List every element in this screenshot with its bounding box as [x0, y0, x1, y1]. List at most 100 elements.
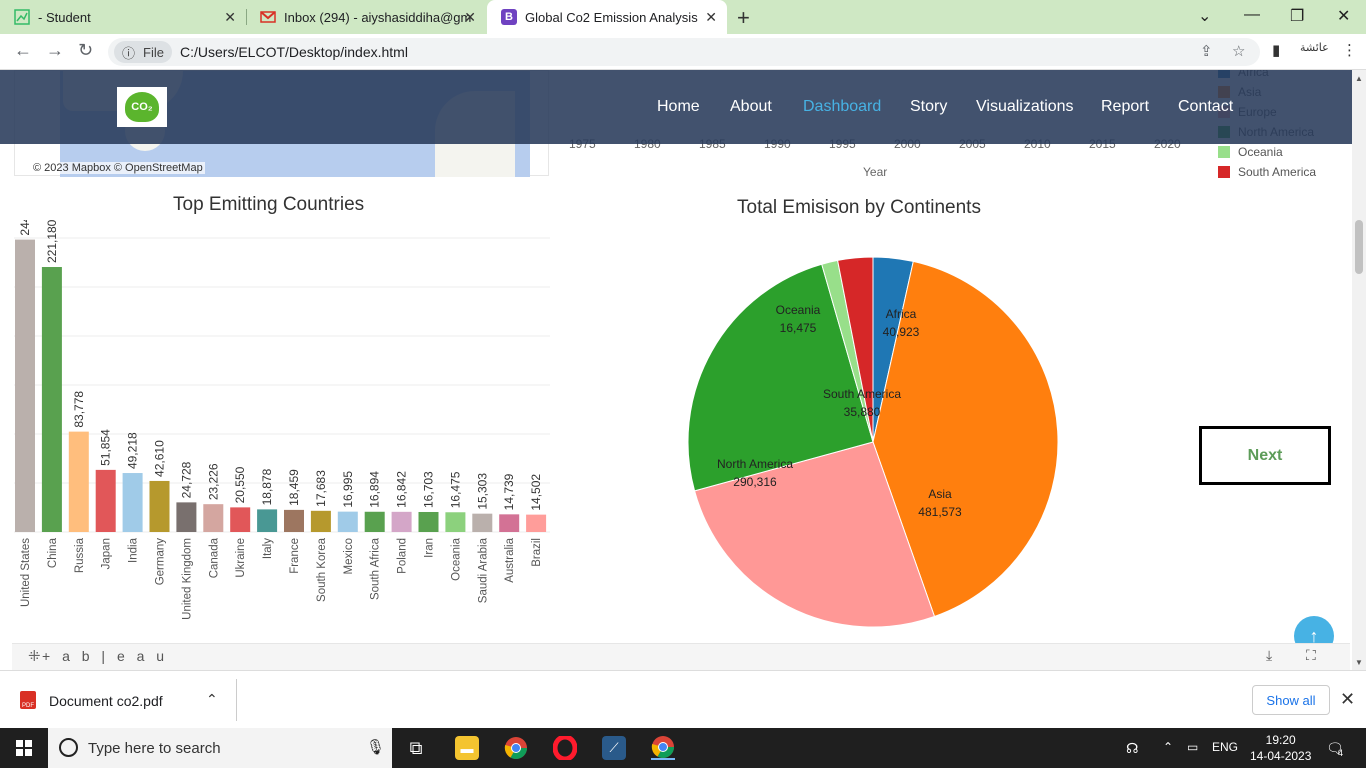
scroll-down-icon[interactable]: ▼ — [1355, 658, 1363, 667]
student-icon — [14, 9, 30, 25]
bar[interactable] — [418, 511, 439, 532]
next-button[interactable]: Next — [1199, 426, 1331, 485]
close-icon[interactable]: ✕ — [464, 9, 476, 26]
bar-value-label: 18,878 — [260, 468, 274, 505]
bar[interactable] — [310, 510, 331, 532]
opera-icon[interactable] — [553, 736, 577, 760]
close-shelf-icon[interactable]: ✕ — [1340, 689, 1355, 710]
tab-student[interactable]: - Student ✕ — [0, 0, 246, 34]
tab-inbox[interactable]: Inbox (294) - aiyshasiddiha@gm ✕ — [246, 0, 486, 34]
bar[interactable] — [68, 431, 89, 532]
tab-title: - Student — [38, 9, 91, 25]
bar-value-label: 18,459 — [287, 469, 301, 506]
scroll-up-icon[interactable]: ▲ — [1355, 74, 1363, 83]
reload-icon[interactable]: ↻ — [78, 40, 93, 61]
bar-category-label: Ukraine — [235, 538, 247, 578]
bar[interactable] — [230, 507, 251, 532]
bookmark-star-icon[interactable]: ☆ — [1232, 42, 1245, 60]
nav-about[interactable]: About — [730, 98, 772, 116]
tab-search-icon[interactable]: ⌄ — [1198, 6, 1211, 26]
download-icon[interactable]: ⤓ — [1266, 647, 1272, 664]
language-indicator[interactable]: ENG — [1212, 740, 1238, 754]
legend-item[interactable]: Oceania — [1218, 145, 1283, 159]
nav-story[interactable]: Story — [910, 98, 947, 116]
pie-chart[interactable]: Africa40,923Asia481,573Europe306,165Nort… — [640, 230, 1120, 650]
bar[interactable] — [203, 504, 224, 532]
tab-co2-analysis[interactable]: B Global Co2 Emission Analysis ✕ — [487, 0, 727, 34]
gmail-icon — [260, 9, 276, 25]
bar[interactable] — [499, 514, 520, 532]
share-icon[interactable]: ⇪ — [1200, 42, 1213, 60]
minimize-icon[interactable]: — — [1244, 6, 1260, 24]
address-bar[interactable]: ⓘ File C:/Users/ELCOT/Desktop/index.html… — [108, 38, 1260, 66]
app-icon[interactable]: ⟋ — [602, 736, 626, 760]
page-scrollbar[interactable]: ▲ ▼ — [1352, 70, 1366, 670]
windows-start-icon[interactable] — [16, 740, 32, 756]
legend-item[interactable]: South America — [1218, 165, 1316, 179]
bar-chart[interactable]: 244,060 United States 221,180 China 83,778 Ru… — [0, 220, 560, 640]
taskbar-clock[interactable]: 19:20 14-04-2023 — [1250, 732, 1311, 764]
microphone-icon[interactable]: 🎙 — [366, 738, 385, 756]
download-file-name[interactable]: Document co2.pdf — [49, 693, 163, 709]
bar-value-label: 83,778 — [72, 391, 86, 428]
chevron-up-icon[interactable]: ⌃ — [206, 691, 218, 708]
bar[interactable] — [337, 511, 358, 532]
people-icon[interactable]: ☊ — [1126, 740, 1138, 757]
menu-icon[interactable]: ⋮ — [1342, 41, 1357, 59]
task-view-icon[interactable]: ⧉ — [404, 736, 428, 760]
pie-value-label: 35,880 — [844, 405, 881, 419]
pie-category-label: Oceania — [776, 303, 821, 317]
legend-label: South America — [1238, 165, 1317, 179]
chrome-icon[interactable] — [504, 736, 528, 760]
tableau-wordmark[interactable]: + a b | e a u — [42, 648, 168, 664]
info-icon: ⓘ — [122, 45, 136, 61]
window-close-icon[interactable]: ✕ — [1337, 6, 1350, 26]
site-logo[interactable]: CO₂ — [117, 87, 167, 127]
show-all-button[interactable]: Show all — [1252, 685, 1330, 715]
fullscreen-icon[interactable]: ⛶ — [1306, 647, 1316, 664]
nav-report[interactable]: Report — [1101, 98, 1149, 116]
map-credit[interactable]: © 2023 Mapbox © OpenStreetMap — [31, 162, 205, 174]
bar[interactable] — [122, 473, 143, 532]
scroll-thumb[interactable] — [1355, 220, 1363, 274]
battery-icon[interactable]: ▭ — [1187, 740, 1198, 754]
new-tab-button[interactable]: + — [737, 5, 750, 31]
nav-home[interactable]: Home — [657, 98, 700, 116]
bar-value-label: 16,894 — [368, 471, 382, 508]
file-explorer-icon[interactable]: ▬ — [455, 736, 479, 760]
site-info-chip[interactable]: ⓘ File — [114, 41, 172, 63]
taskbar-search[interactable]: Type here to search 🎙 — [48, 728, 392, 768]
bar[interactable] — [284, 509, 304, 532]
back-icon[interactable]: ← — [14, 40, 32, 61]
bar[interactable] — [472, 513, 493, 532]
nav-visualizations[interactable]: Visualizations — [976, 98, 1074, 116]
forward-icon[interactable]: → — [46, 40, 64, 61]
bar[interactable] — [391, 511, 412, 532]
bar-category-label: Australia — [504, 537, 516, 582]
bar[interactable] — [176, 502, 197, 532]
url-text[interactable]: C:/Users/ELCOT/Desktop/index.html — [180, 44, 408, 60]
clock-time: 19:20 — [1265, 733, 1296, 747]
bar[interactable] — [15, 239, 35, 532]
profile-button[interactable]: عائشة — [1300, 41, 1329, 54]
maximize-icon[interactable]: ❐ — [1290, 6, 1304, 26]
pie-category-label: Africa — [886, 307, 917, 321]
bar[interactable] — [445, 512, 466, 532]
chrome-active-icon[interactable] — [651, 736, 675, 760]
bar[interactable] — [364, 511, 385, 532]
nav-contact[interactable]: Contact — [1178, 98, 1233, 116]
close-icon[interactable]: ✕ — [705, 9, 717, 26]
nav-dashboard[interactable]: Dashboard — [803, 98, 881, 116]
bar[interactable] — [149, 480, 170, 532]
chevron-up-icon[interactable]: ⌃ — [1163, 740, 1173, 754]
bar[interactable] — [526, 514, 547, 532]
bar-category-label: South Africa — [370, 537, 382, 600]
bar-category-label: India — [128, 537, 140, 563]
bar-category-label: United States — [20, 538, 32, 607]
close-icon[interactable]: ✕ — [224, 9, 236, 26]
bar[interactable] — [41, 267, 62, 532]
bar[interactable] — [257, 509, 278, 532]
side-panel-icon[interactable]: ▮ — [1272, 41, 1280, 59]
page-viewport: © 2023 Mapbox © OpenStreetMap 1975 1980 … — [0, 70, 1352, 670]
bar[interactable] — [95, 469, 116, 532]
